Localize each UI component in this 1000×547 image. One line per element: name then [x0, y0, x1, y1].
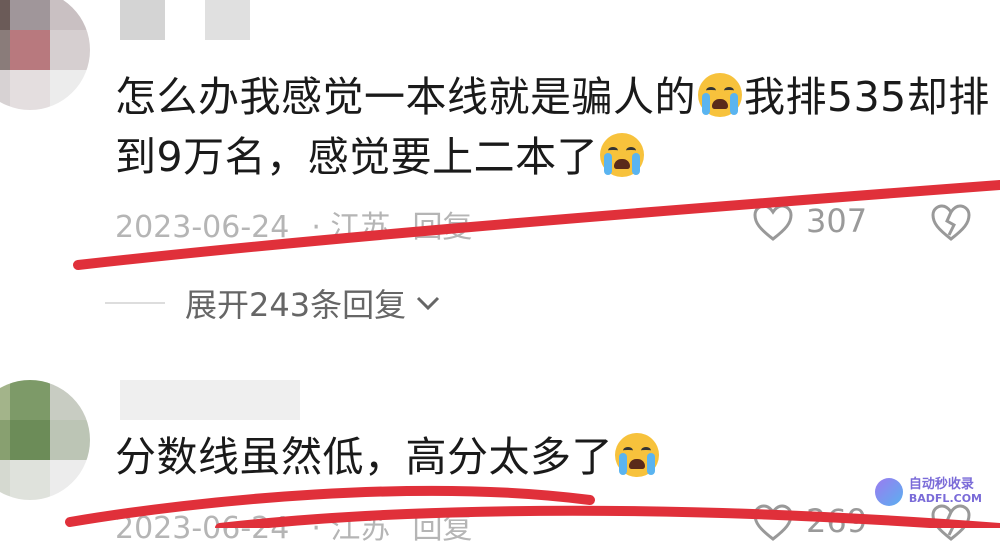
- red-annotation-underline: [65, 180, 1000, 528]
- watermark-logo-icon: [874, 478, 903, 506]
- watermark-en: BADFL.COM: [908, 492, 982, 505]
- watermark-cn: 自动秒收录: [908, 477, 974, 492]
- watermark: 自动秒收录 BADFL.COM: [874, 477, 982, 506]
